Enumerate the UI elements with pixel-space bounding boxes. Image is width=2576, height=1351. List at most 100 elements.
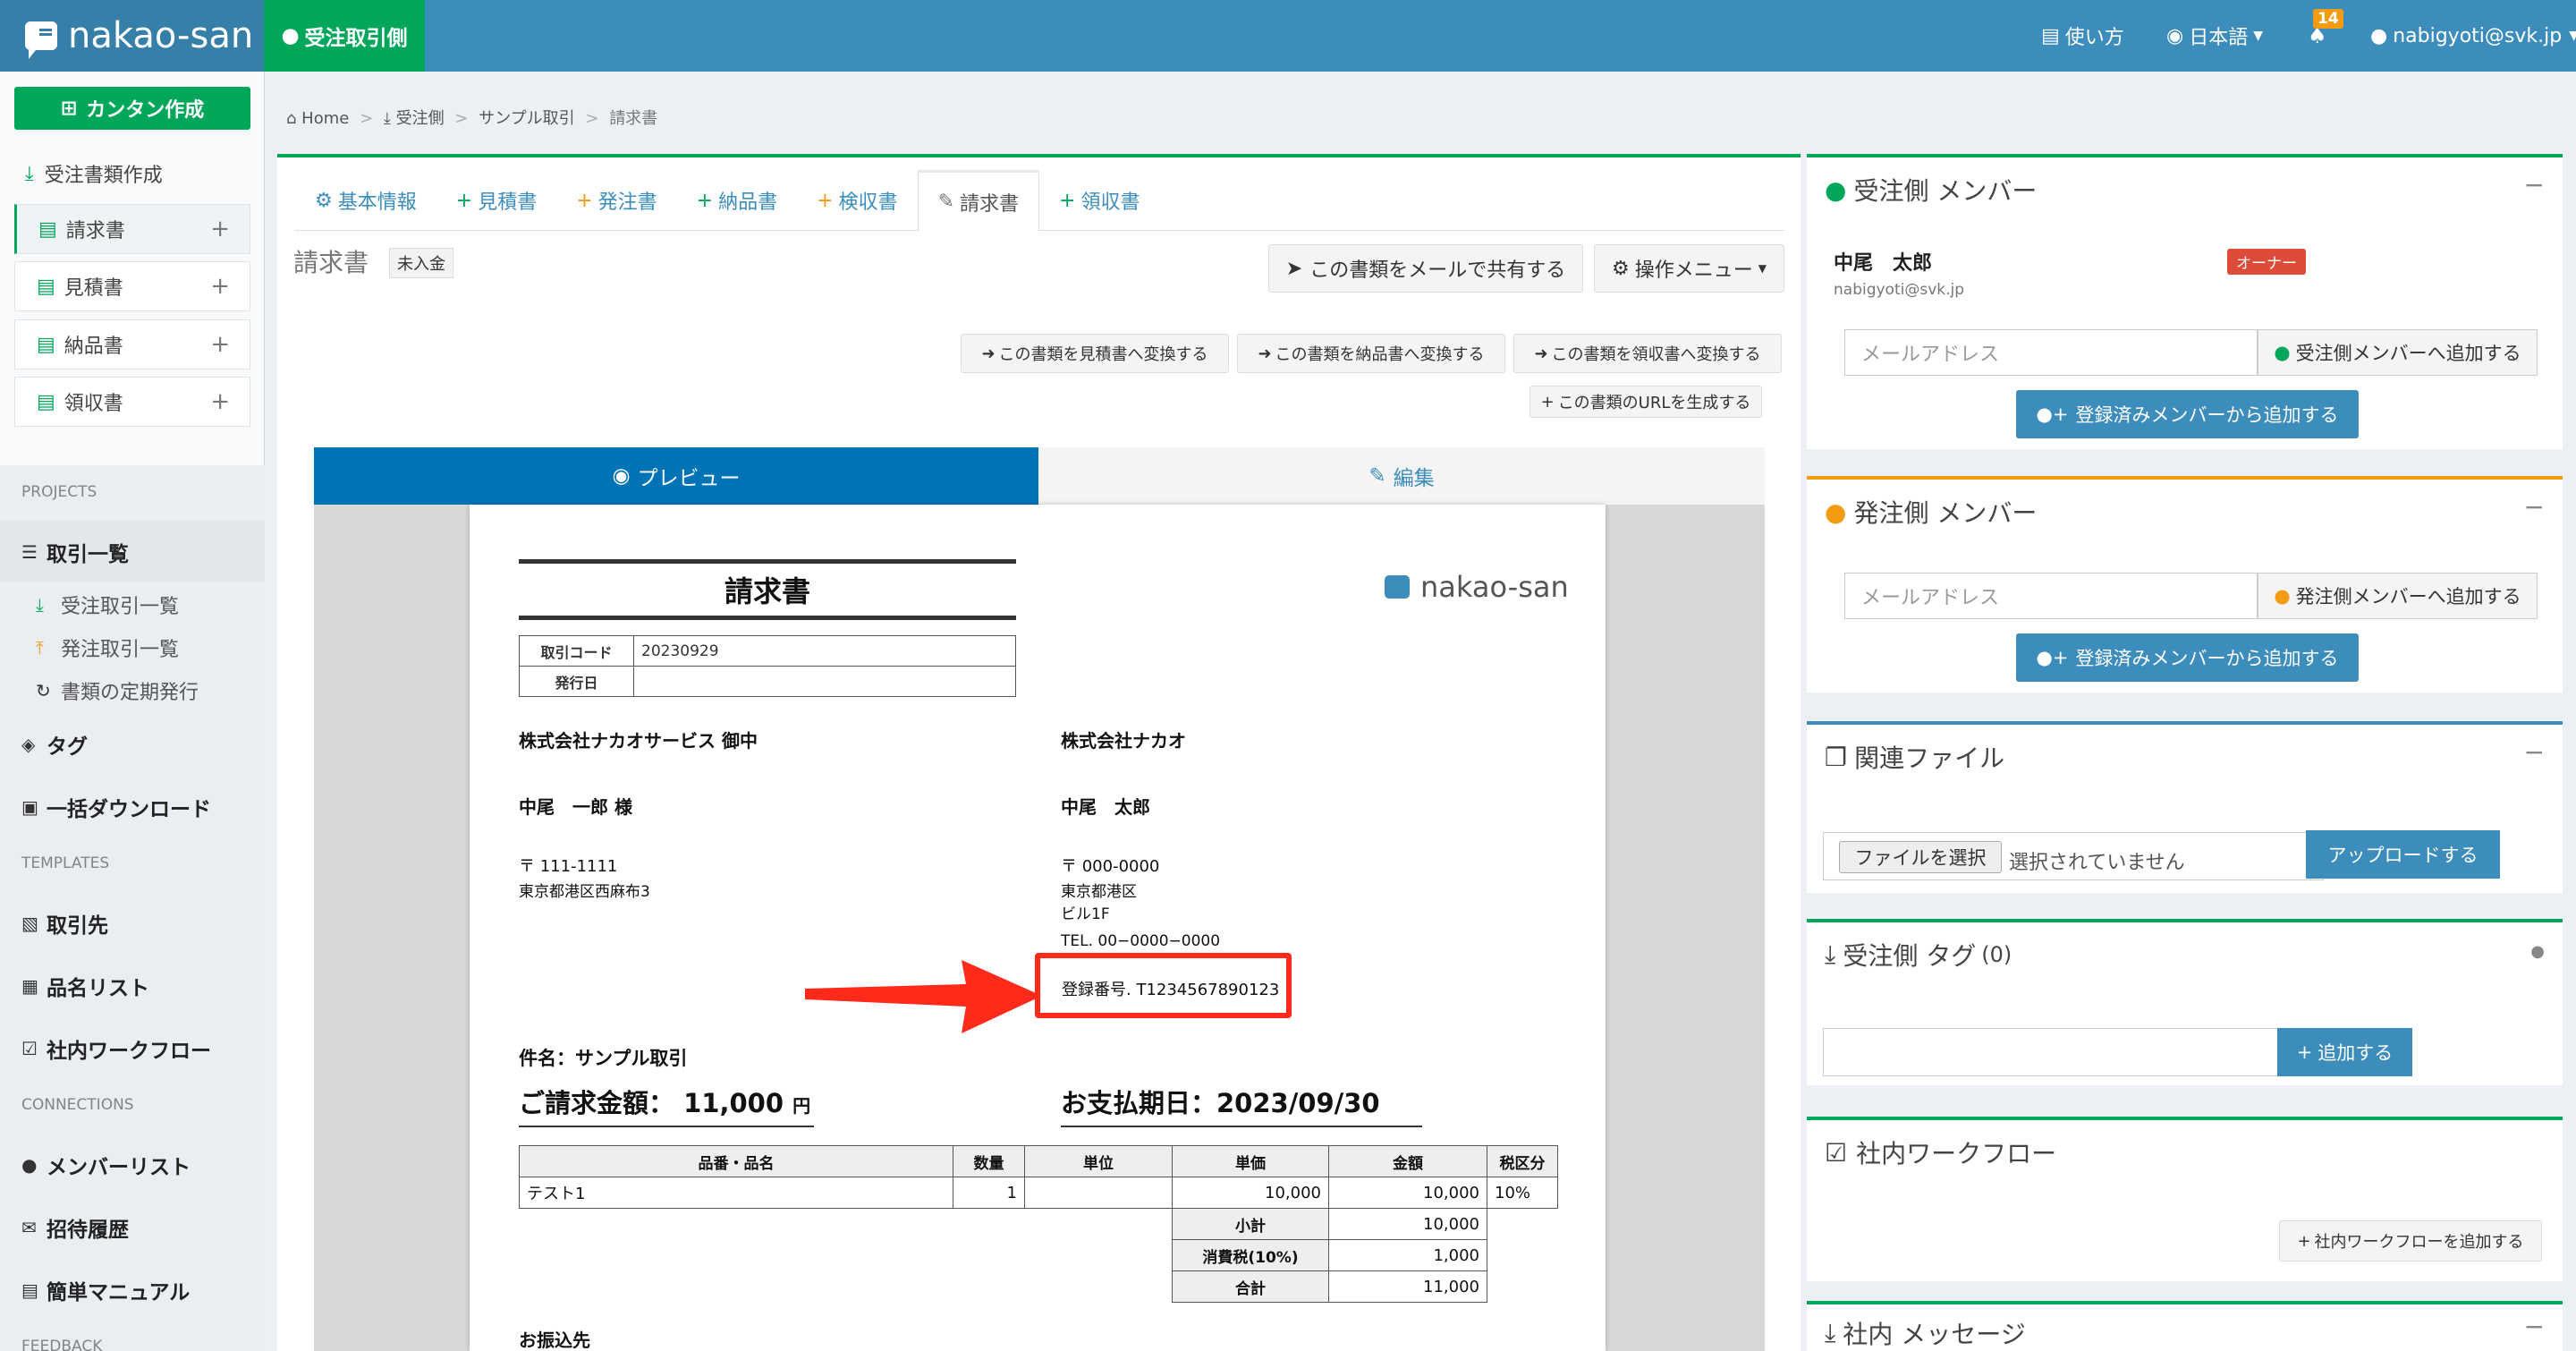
nav-manual[interactable]: ▤ 簡単マニュアル [21, 1275, 190, 1305]
share-label: この書類をメールで共有する [1309, 259, 1566, 282]
upload-label: アップロードする [2327, 845, 2479, 866]
col-item: 品番・品名 [519, 1145, 953, 1177]
convert-delivery-button[interactable]: ➜ この書類を納品書へ変換する [1237, 334, 1505, 373]
breadcrumb-received[interactable]: 受注側 [396, 109, 445, 128]
user-icon: ● [2530, 942, 2545, 961]
plus-icon[interactable]: + [210, 388, 230, 415]
doc-tabs: ⚙ 基本情報 + 見積書 + 発注書 + 納品書 + 検収書 ✎ 請求書 + 領収書 [295, 170, 1784, 231]
cell-item: テスト1 [519, 1177, 953, 1209]
nav-invites[interactable]: ✉ 招待履歴 [21, 1212, 129, 1243]
minimize-icon[interactable]: − [2524, 170, 2545, 200]
from-person: 中尾 太郎 [1061, 796, 1150, 818]
share-email-button[interactable]: ➤ この書類をメールで共有する [1268, 244, 1583, 293]
add-orderer-button[interactable]: ● 発注側メンバーへ追加する [2258, 573, 2538, 619]
amount-value: 11,000 [683, 1088, 784, 1118]
red-arrow-annotation [805, 960, 1042, 1033]
tab-label: 基本情報 [337, 191, 417, 214]
col-amount: 金額 [1328, 1145, 1487, 1177]
tab-basic-info[interactable]: ⚙ 基本情報 [295, 170, 436, 231]
nav-items[interactable]: ▦ 品名リスト [21, 971, 149, 1001]
from-address2: ビル1F [1061, 905, 1110, 923]
add-orderer-label: 発注側メンバーへ追加する [2295, 586, 2521, 608]
brand-logo[interactable]: nakao-san [0, 0, 264, 72]
plus-icon[interactable]: + [210, 216, 230, 242]
tags-icon: ◈ [21, 734, 36, 755]
panel-title: ● 発注側 メンバー [1825, 494, 2037, 530]
invoice-logo-text: nakao-san [1420, 570, 1569, 604]
file-icon: ▤ [37, 275, 55, 298]
breadcrumb-home[interactable]: Home [301, 109, 349, 128]
check-square-icon: ☑ [21, 1038, 38, 1059]
nav-recurring[interactable]: ↻ 書類の定期発行 [36, 676, 199, 705]
edit-tab[interactable]: ✎ 編集 [1038, 447, 1765, 505]
user-menu[interactable]: ● nabigyoti@svk.jp ▼ [2370, 0, 2576, 72]
to-zip: 〒 111-1111 [519, 857, 618, 876]
preview-tab[interactable]: ◉ プレビュー [314, 447, 1038, 505]
nav-label: 受注取引一覧 [61, 596, 180, 618]
operations-menu-button[interactable]: ⚙ 操作メニュー ▼ [1594, 244, 1784, 293]
plus-square-icon: ⊞ [60, 97, 78, 120]
globe-icon: ◉ [2166, 24, 2184, 47]
add-receiver-button[interactable]: ● 受注側メンバーへ追加する [2258, 329, 2538, 376]
plus-icon: + [1059, 189, 1076, 212]
choose-file-button[interactable]: ファイルを選択 [1839, 841, 2002, 873]
panel-title-text: 発注側 メンバー [1853, 498, 2038, 528]
add-tag-button[interactable]: + 追加する [2277, 1028, 2412, 1076]
sidebar-doc-invoice[interactable]: ▤ 請求書 + [14, 204, 250, 254]
orderer-email-input[interactable]: メールアドレス [1844, 573, 2258, 619]
convert-estimate-button[interactable]: ➜ この書類を見積書へ変換する [961, 334, 1229, 373]
tab-delivery[interactable]: + 納品書 [677, 170, 797, 231]
download-icon: ⤓ [1825, 1318, 1836, 1347]
tab-invoice[interactable]: ✎ 請求書 [917, 170, 1040, 231]
receiver-email-input[interactable]: メールアドレス [1844, 329, 2258, 376]
nav-members[interactable]: ● メンバーリスト [21, 1150, 191, 1180]
sidebar-doc-delivery[interactable]: ▤ 納品書 + [14, 319, 250, 370]
add-registered-orderer-button[interactable]: ●+ 登録済みメンバーから追加する [2016, 633, 2359, 682]
cogs-icon: ⚙ [315, 189, 333, 212]
breadcrumb-deal[interactable]: サンプル取引 [479, 109, 574, 128]
connections-heading: CONNECTIONS [21, 1096, 134, 1114]
minimize-icon[interactable]: − [2524, 1312, 2545, 1341]
status-badge: 未入金 [389, 248, 453, 278]
amount-label: ご請求金額： [519, 1088, 675, 1118]
generate-url-button[interactable]: + この書類のURLを生成する [1530, 386, 1762, 418]
plus-icon[interactable]: + [210, 331, 230, 358]
plus-icon[interactable]: + [210, 273, 230, 300]
quick-create-button[interactable]: ⊞ カンタン作成 [14, 87, 250, 130]
minimize-icon[interactable]: − [2524, 737, 2545, 767]
tag-count: (0) [1981, 942, 2012, 967]
tab-order[interactable]: + 発注書 [556, 170, 676, 231]
from-address1: 東京都港区 [1061, 883, 1137, 901]
nav-ordered-deals[interactable]: ⤒ 発注取引一覧 [36, 633, 179, 662]
nav-tags[interactable]: ◈ タグ [21, 729, 88, 760]
add-tag-label: 追加する [2318, 1042, 2394, 1064]
feedback-heading: FEEDBACK [21, 1338, 103, 1351]
nav-clients[interactable]: ▧ 取引先 [21, 908, 108, 939]
tab-receipt[interactable]: + 領収書 [1039, 170, 1159, 231]
choose-file-label: ファイルを選択 [1854, 847, 1987, 869]
minimize-icon[interactable]: − [2524, 492, 2545, 522]
templates-heading: TEMPLATES [21, 854, 110, 872]
yen-unit: 円 [792, 1095, 811, 1117]
arrow-right-icon: ➜ [1258, 344, 1272, 363]
tag-input[interactable] [1823, 1028, 2295, 1076]
role-tab[interactable]: ● 受注取引側 [264, 0, 425, 72]
nav-workflow[interactable]: ☑ 社内ワークフロー [21, 1033, 211, 1064]
add-registered-receiver-button[interactable]: ●+ 登録済みメンバーから追加する [2016, 390, 2359, 438]
convert-receipt-button[interactable]: ➜ この書類を領収書へ変換する [1513, 334, 1782, 373]
nav-received-deals[interactable]: ⤓ 受注取引一覧 [36, 591, 179, 619]
tab-estimate[interactable]: + 見積書 [436, 170, 556, 231]
sidebar-doc-receipt[interactable]: ▤ 領収書 + [14, 377, 250, 427]
nav-deals[interactable]: ☰ 取引一覧 [21, 537, 129, 567]
upload-button[interactable]: アップロードする [2306, 830, 2500, 879]
nav-bulk-download[interactable]: ▣ 一括ダウンロード [21, 792, 211, 822]
book-icon: ▤ [21, 1279, 38, 1301]
help-link[interactable]: ▤ 使い方 [2041, 0, 2124, 72]
download-icon: ⤓ [383, 109, 391, 128]
sidebar-doc-estimate[interactable]: ▤ 見積書 + [14, 261, 250, 311]
panel-title-text: 受注側 メンバー [1853, 176, 2038, 206]
language-dropdown[interactable]: ◉ 日本語 ▼ [2166, 0, 2263, 72]
tab-inspection[interactable]: + 検収書 [797, 170, 917, 231]
add-workflow-button[interactable]: + 社内ワークフローを追加する [2279, 1220, 2542, 1262]
doc-create-heading: ⤓ 受注書類作成 [25, 159, 163, 188]
